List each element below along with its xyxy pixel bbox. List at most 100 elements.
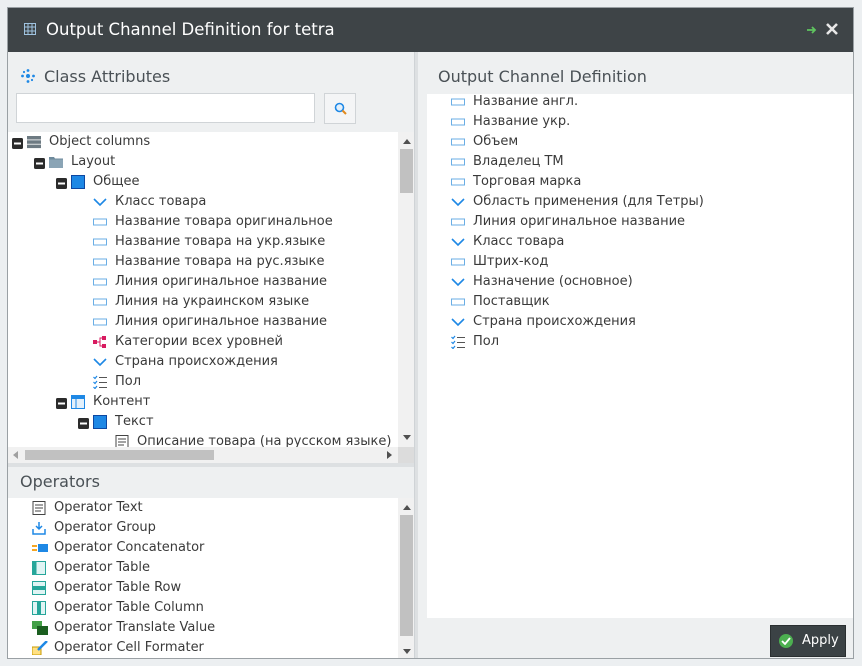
output-item[interactable]: Название укр. (427, 112, 853, 132)
textfield-icon (451, 295, 465, 309)
apply-button[interactable]: Apply (770, 625, 846, 657)
collapse-toggle-icon[interactable] (34, 156, 45, 169)
textfield-icon (93, 295, 107, 309)
output-item[interactable]: Страна происхождения (427, 312, 853, 332)
tree-horizontal-scrollbar[interactable] (8, 447, 398, 463)
tree-item[interactable]: Контент (8, 392, 415, 412)
operator-item[interactable]: Operator Table Column (8, 598, 415, 618)
item-label: Название товара оригинальное (115, 214, 333, 229)
right-pane: Output Channel Definition Название англ.… (417, 52, 853, 658)
textfield-icon (451, 215, 465, 229)
table-row-icon (32, 581, 46, 595)
arrow-right-icon[interactable] (806, 24, 819, 36)
search-button[interactable] (324, 93, 356, 124)
operator-item[interactable]: Operator Table Row (8, 578, 415, 598)
collapse-toggle-icon[interactable] (12, 136, 23, 149)
checklist-icon (93, 375, 107, 390)
item-label: Область применения (для Тетры) (473, 194, 704, 209)
tree-item[interactable]: Object columns (8, 132, 415, 152)
output-item[interactable]: Название англ. (427, 92, 853, 112)
operator-item[interactable]: Operator Group (8, 518, 415, 538)
tree-item[interactable]: Категории всех уровней (8, 332, 415, 352)
operators-vertical-scrollbar[interactable] (398, 498, 415, 658)
output-item[interactable]: Торговая марка (427, 172, 853, 192)
output-item[interactable]: Объем (427, 132, 853, 152)
tree-item[interactable]: Линия оригинальное название (8, 272, 415, 292)
item-label: Страна происхождения (115, 354, 278, 369)
tree-vertical-scrollbar[interactable] (398, 132, 415, 447)
search-input[interactable] (16, 93, 315, 123)
item-label: Operator Cell Formater (54, 640, 204, 655)
check-icon (779, 634, 793, 648)
item-label: Название товара на укр.языке (115, 234, 326, 249)
item-label: Линия оригинальное название (115, 314, 328, 329)
output-item[interactable]: Класс товара (427, 232, 853, 252)
textfield-icon (451, 155, 465, 169)
textfield-icon (93, 235, 107, 249)
item-label: Operator Text (54, 500, 143, 515)
textfield-icon (451, 255, 465, 269)
blue-square-icon (93, 415, 107, 429)
group-tray-icon (32, 521, 46, 535)
textfield-icon (451, 135, 465, 149)
operator-item[interactable]: Operator Text (8, 498, 415, 518)
concatenator-icon (32, 541, 48, 555)
item-label: Контент (93, 394, 151, 409)
collapse-toggle-icon[interactable] (78, 416, 89, 429)
class-attributes-title: Class Attributes (44, 67, 171, 86)
operator-item[interactable]: Operator Concatenator (8, 538, 415, 558)
folder-icon (49, 155, 63, 169)
item-label: Класс товара (115, 194, 207, 209)
output-item[interactable]: Назначение (основное) (427, 272, 853, 292)
item-label: Категории всех уровней (115, 334, 283, 349)
blue-table-icon (71, 395, 85, 409)
output-channel-list: Название англ. Название укр. Объем Владелец… (427, 92, 853, 618)
tree-item[interactable]: Название товара на укр.языке (8, 232, 415, 252)
tree-item[interactable]: Текст (8, 412, 415, 432)
operators-list: Operator Text Operator Group Operator Conc… (8, 498, 415, 659)
tree-item[interactable]: Layout (8, 152, 415, 172)
operator-item[interactable]: Operator Translate Value (8, 618, 415, 638)
textfield-icon (93, 275, 107, 289)
operator-item[interactable]: Operator Table (8, 558, 415, 578)
horizontal-splitter[interactable] (8, 463, 415, 467)
tree-item[interactable]: Пол (8, 372, 415, 392)
tree-item[interactable]: Линия на украинском языке (8, 292, 415, 312)
item-label: Operator Group (54, 520, 156, 535)
collapse-toggle-icon[interactable] (56, 176, 67, 189)
tree-item[interactable]: Название товара оригинальное (8, 212, 415, 232)
item-label: Operator Table Row (54, 580, 182, 595)
tree-item[interactable]: Общее (8, 172, 415, 192)
tree-item[interactable]: Линия оригинальное название (8, 312, 415, 332)
text-doc-icon (32, 501, 46, 515)
item-label: Operator Concatenator (54, 540, 205, 555)
output-item[interactable]: Линия оригинальное название (427, 212, 853, 232)
operator-item[interactable]: Operator Cell Formater (8, 638, 415, 658)
output-item[interactable]: Поставщик (427, 292, 853, 312)
tree-item[interactable]: Класс товара (8, 192, 415, 212)
item-label: Поставщик (473, 294, 550, 309)
hierarchy-icon (93, 335, 107, 349)
left-pane: Class Attributes Object columns Layout Общ… (8, 52, 415, 658)
item-label: Владелец ТМ (473, 154, 564, 169)
blue-square-icon (71, 175, 85, 189)
chevron-down-icon (451, 195, 465, 209)
textfield-icon (451, 115, 465, 129)
operator-item[interactable]: Operator Text Link (8, 658, 415, 659)
close-icon[interactable] (825, 22, 839, 36)
output-channel-dialog: Output Channel Definition for tetra Clas… (7, 7, 854, 659)
translate-icon (32, 621, 48, 635)
chevron-down-icon (451, 275, 465, 289)
output-item[interactable]: Область применения (для Тетры) (427, 192, 853, 212)
tree-item[interactable]: Страна происхождения (8, 352, 415, 372)
table-column-icon (32, 601, 46, 615)
item-label: Класс товара (473, 234, 565, 249)
item-label: Общее (93, 174, 140, 189)
table-grid-icon (27, 135, 41, 149)
collapse-toggle-icon[interactable] (56, 396, 67, 409)
output-item[interactable]: Владелец ТМ (427, 152, 853, 172)
item-label: Пол (473, 334, 500, 349)
tree-item[interactable]: Название товара на рус.языке (8, 252, 415, 272)
output-item[interactable]: Штрих-код (427, 252, 853, 272)
output-item[interactable]: Пол (427, 332, 853, 352)
